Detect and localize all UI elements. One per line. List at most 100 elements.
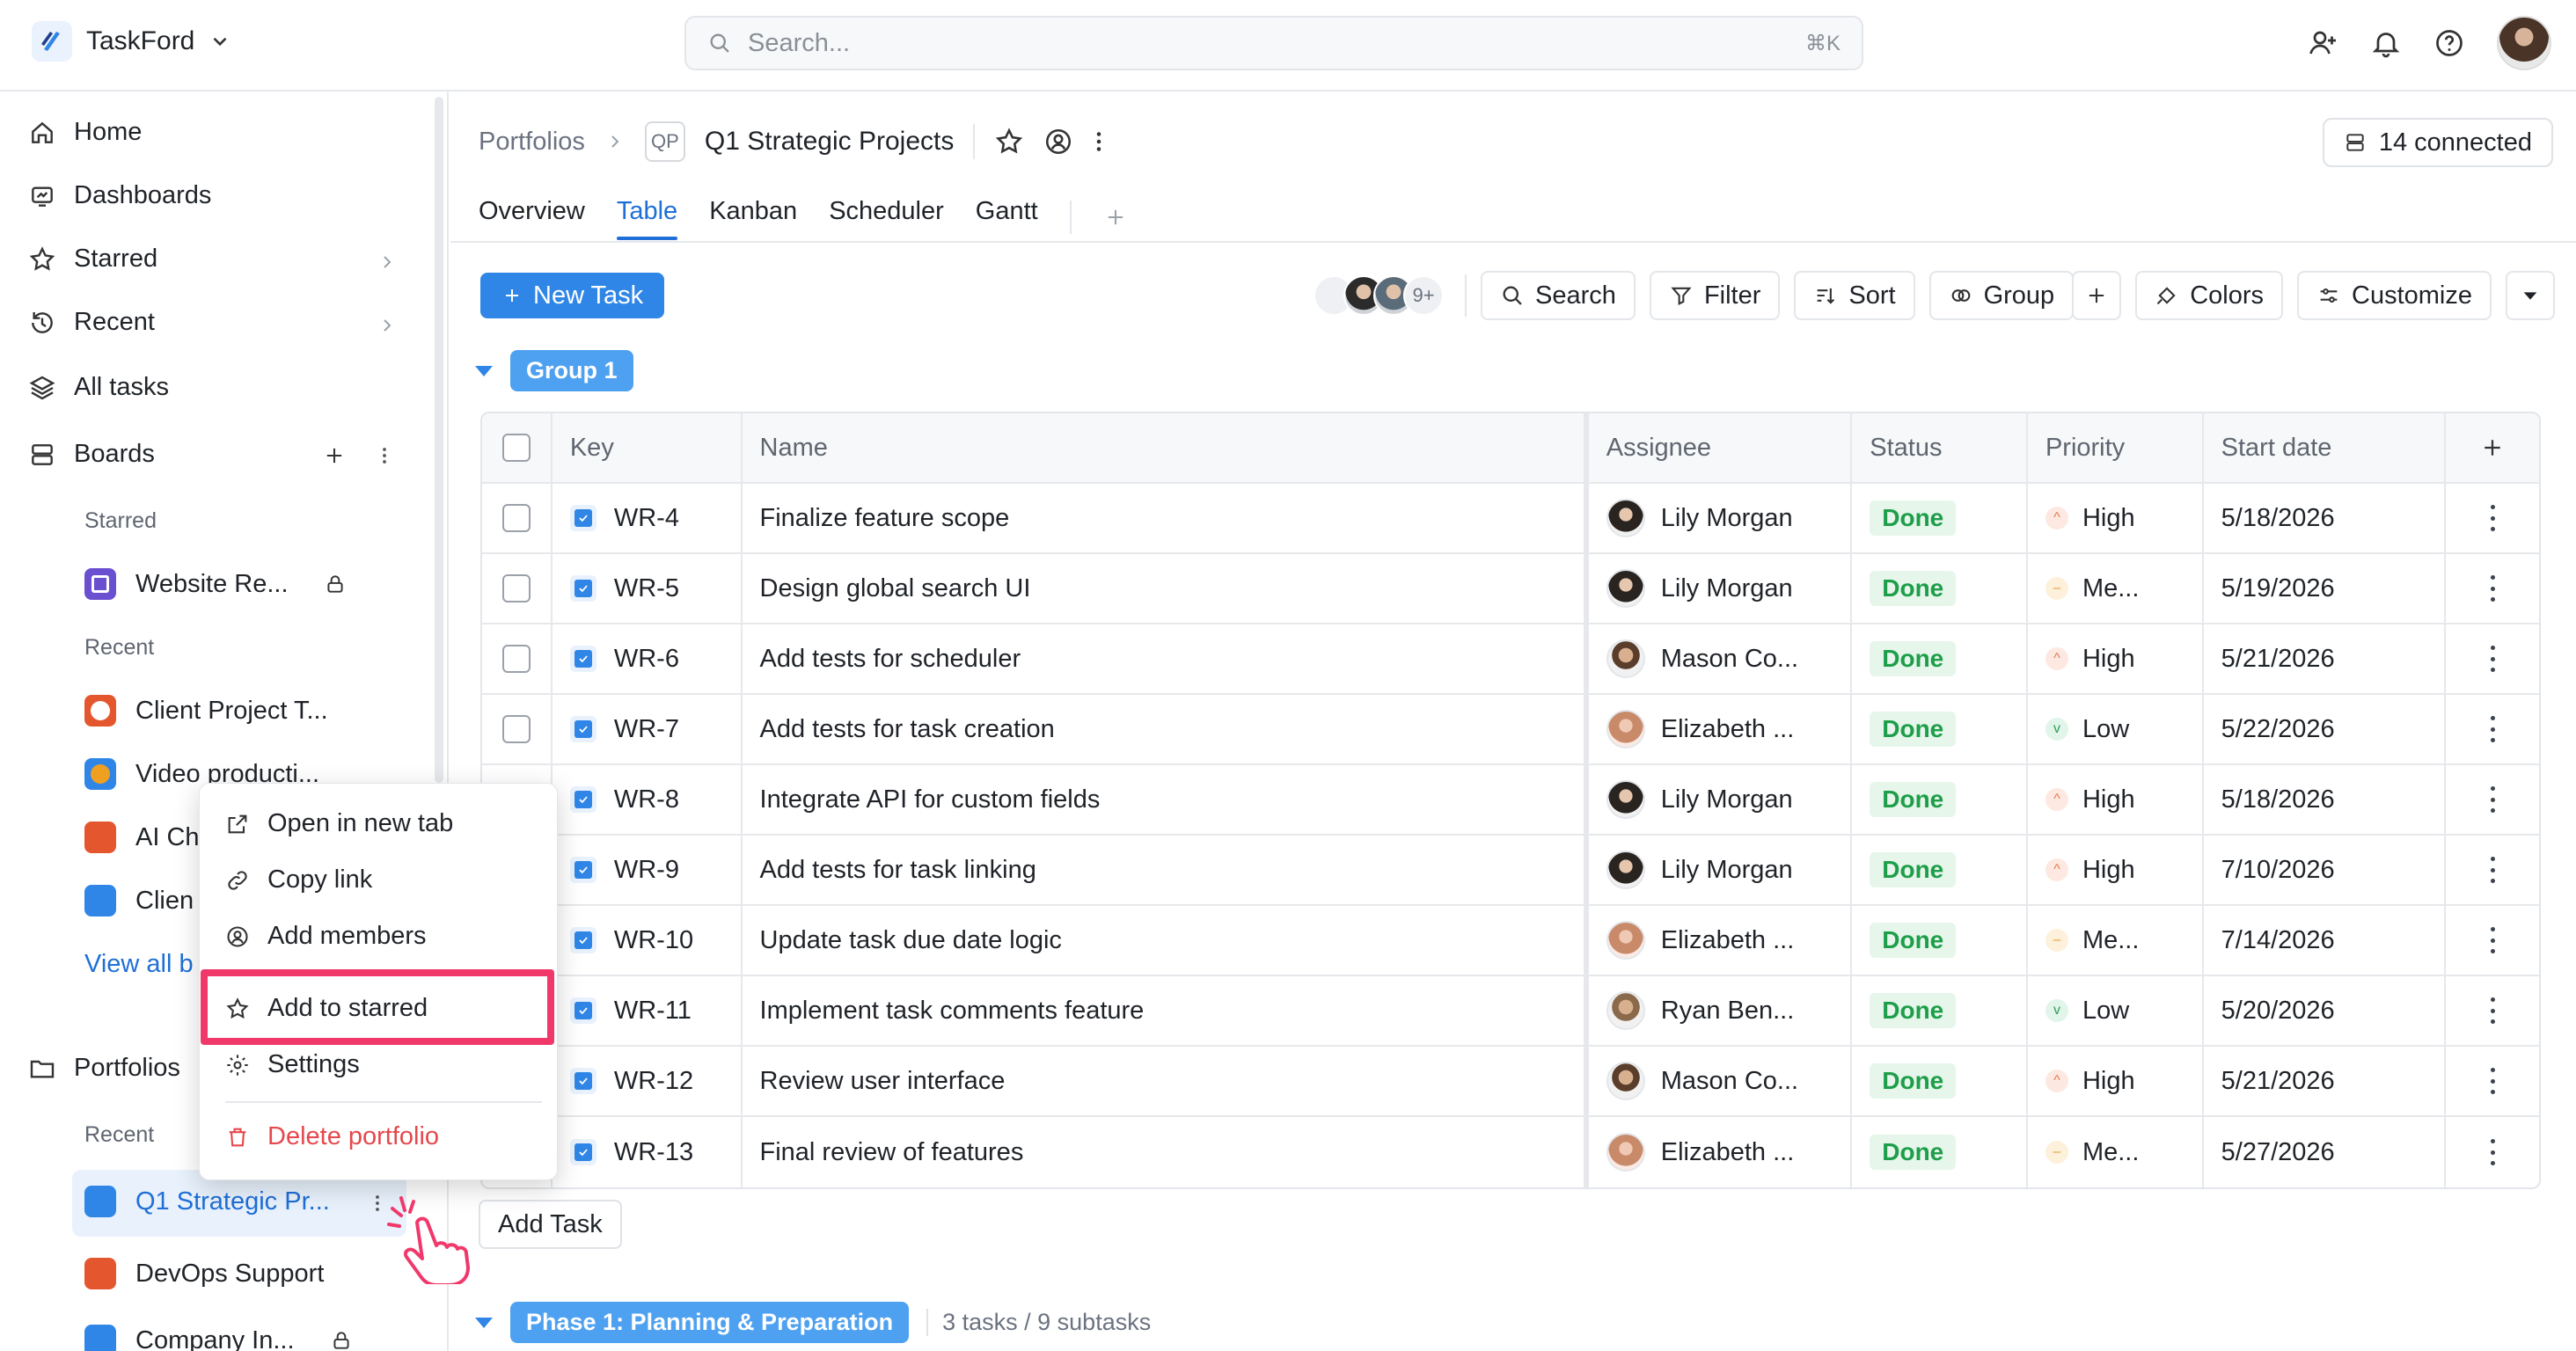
status-cell[interactable]: Done — [1852, 1117, 2028, 1187]
search-button[interactable]: Search — [1481, 271, 1636, 320]
menu-item-settings[interactable]: Settings — [225, 1050, 360, 1079]
global-search-input[interactable]: Search... ⌘K — [684, 16, 1863, 70]
start-date-cell[interactable]: 5/18/2026 — [2204, 484, 2447, 552]
board-item-client-project[interactable]: Client Project T... — [84, 695, 328, 727]
assignee-cell[interactable]: Lily Morgan — [1589, 554, 1853, 623]
task-name[interactable]: Add tests for task creation — [760, 715, 1055, 744]
assignee-cell[interactable]: Elizabeth ... — [1589, 1117, 1853, 1187]
table-row[interactable]: WR-9 Add tests for task linking Lily Mor… — [482, 836, 2539, 906]
group-header[interactable]: Group 1 — [475, 350, 633, 391]
column-header-key[interactable]: Key — [553, 413, 743, 482]
row-more-icon[interactable] — [2489, 857, 2496, 883]
task-name[interactable]: Add tests for scheduler — [760, 645, 1021, 674]
board-item-website-re[interactable]: Website Re... — [84, 568, 347, 600]
task-name[interactable]: Add tests for task linking — [760, 856, 1036, 885]
tab-gantt[interactable]: Gantt — [976, 197, 1038, 237]
table-row[interactable]: WR-5 Design global search UI Lily Morgan… — [482, 554, 2539, 624]
sidebar-item-dashboards[interactable]: Dashboards — [28, 181, 211, 210]
portfolio-item-company-in[interactable]: Company In... — [84, 1325, 353, 1351]
user-avatar[interactable] — [2497, 16, 2551, 70]
row-checkbox[interactable] — [501, 645, 531, 673]
filter-button[interactable]: Filter — [1649, 271, 1781, 320]
column-header-status[interactable]: Status — [1852, 413, 2028, 482]
colors-button[interactable]: Colors — [2135, 271, 2283, 320]
start-date-cell[interactable]: 5/27/2026 — [2204, 1117, 2447, 1187]
table-row[interactable]: WR-12 Review user interface Mason Co... … — [482, 1047, 2539, 1117]
status-cell[interactable]: Done — [1852, 695, 2028, 763]
member-avatars[interactable]: 9+ — [1314, 275, 1445, 316]
name-cell[interactable]: Update task due date logic — [743, 906, 1589, 975]
sidebar-item-starred[interactable]: Starred — [28, 245, 157, 274]
priority-cell[interactable]: ^ High — [2028, 1047, 2204, 1115]
sidebar-item-boards[interactable]: Boards — [28, 440, 155, 469]
workspace-switcher[interactable]: TaskFord — [32, 21, 231, 62]
name-cell[interactable]: Add tests for task linking — [743, 836, 1589, 904]
tab-overview[interactable]: Overview — [479, 197, 585, 237]
row-more-icon[interactable] — [2489, 1068, 2496, 1094]
phase-group-header[interactable]: Phase 1: Planning & Preparation 3 tasks … — [475, 1302, 1151, 1343]
start-date-cell[interactable]: 5/19/2026 — [2204, 554, 2447, 623]
priority-cell[interactable]: v Low — [2028, 976, 2204, 1045]
priority-cell[interactable]: ^ High — [2028, 624, 2204, 693]
assignee-cell[interactable]: Lily Morgan — [1589, 765, 1853, 834]
tab-kanban[interactable]: Kanban — [709, 197, 797, 237]
menu-item-copy-link[interactable]: Copy link — [225, 865, 372, 895]
row-more-icon[interactable] — [2489, 997, 2496, 1024]
breadcrumb-portfolios-link[interactable]: Portfolios — [479, 128, 585, 157]
start-date-cell[interactable]: 7/10/2026 — [2204, 836, 2447, 904]
row-more-icon[interactable] — [2489, 927, 2496, 953]
tab-scheduler[interactable]: Scheduler — [829, 197, 944, 237]
priority-cell[interactable]: ^ High — [2028, 484, 2204, 552]
task-name[interactable]: Integrate API for custom fields — [760, 785, 1101, 814]
name-cell[interactable]: Review user interface — [743, 1047, 1589, 1115]
name-cell[interactable]: Finalize feature scope — [743, 484, 1589, 552]
name-cell[interactable]: Integrate API for custom fields — [743, 765, 1589, 834]
star-icon[interactable] — [994, 127, 1024, 157]
task-key[interactable]: WR-8 — [614, 785, 679, 814]
name-cell[interactable]: Implement task comments feature — [743, 976, 1589, 1045]
sidebar-item-all-tasks[interactable]: All tasks — [28, 373, 169, 402]
task-name[interactable]: Finalize feature scope — [760, 504, 1010, 533]
collapse-caret-icon[interactable] — [475, 1317, 493, 1328]
add-column-plus-icon[interactable] — [2479, 435, 2506, 461]
column-header-assignee[interactable]: Assignee — [1589, 413, 1853, 482]
task-name[interactable]: Final review of features — [760, 1138, 1024, 1167]
start-date-cell[interactable]: 7/14/2026 — [2204, 906, 2447, 975]
portfolio-item-devops-support[interactable]: DevOps Support — [84, 1258, 324, 1289]
status-cell[interactable]: Done — [1852, 976, 2028, 1045]
priority-cell[interactable]: v Low — [2028, 695, 2204, 763]
chevron-right-icon[interactable] — [377, 315, 398, 336]
priority-cell[interactable]: ^ High — [2028, 765, 2204, 834]
portfolio-more-icon[interactable] — [371, 1191, 384, 1216]
assignee-cell[interactable]: Elizabeth ... — [1589, 695, 1853, 763]
status-cell[interactable]: Done — [1852, 554, 2028, 623]
task-name[interactable]: Review user interface — [760, 1067, 1006, 1096]
table-row[interactable]: WR-11 Implement task comments feature Ry… — [482, 976, 2539, 1047]
customize-button[interactable]: Customize — [2297, 271, 2492, 320]
task-key[interactable]: WR-4 — [614, 504, 679, 533]
row-more-icon[interactable] — [2489, 575, 2496, 602]
row-more-icon[interactable] — [2489, 716, 2496, 742]
row-checkbox[interactable] — [501, 504, 531, 532]
portfolio-item-q1-strategic[interactable]: Q1 Strategic Pr... — [84, 1186, 330, 1217]
start-date-cell[interactable]: 5/22/2026 — [2204, 695, 2447, 763]
boards-more-icon[interactable] — [378, 443, 391, 468]
start-date-cell[interactable]: 5/21/2026 — [2204, 1047, 2447, 1115]
chevron-right-icon[interactable] — [377, 252, 398, 273]
task-name[interactable]: Update task due date logic — [760, 926, 1062, 955]
sort-button[interactable]: Sort — [1794, 271, 1915, 320]
table-row[interactable]: WR-6 Add tests for scheduler Mason Co...… — [482, 624, 2539, 695]
name-cell[interactable]: Add tests for task creation — [743, 695, 1589, 763]
status-cell[interactable]: Done — [1852, 836, 2028, 904]
task-key[interactable]: WR-13 — [614, 1138, 693, 1167]
group-button[interactable]: Group — [1928, 271, 2075, 320]
task-key[interactable]: WR-12 — [614, 1067, 693, 1096]
members-icon[interactable] — [1043, 127, 1073, 157]
help-icon[interactable] — [2433, 27, 2465, 59]
priority-cell[interactable]: – Me... — [2028, 906, 2204, 975]
task-key[interactable]: WR-9 — [614, 856, 679, 885]
row-more-icon[interactable] — [2489, 1139, 2496, 1165]
assignee-cell[interactable]: Lily Morgan — [1589, 836, 1853, 904]
collapse-caret-icon[interactable] — [475, 365, 493, 376]
task-key[interactable]: WR-6 — [614, 645, 679, 674]
